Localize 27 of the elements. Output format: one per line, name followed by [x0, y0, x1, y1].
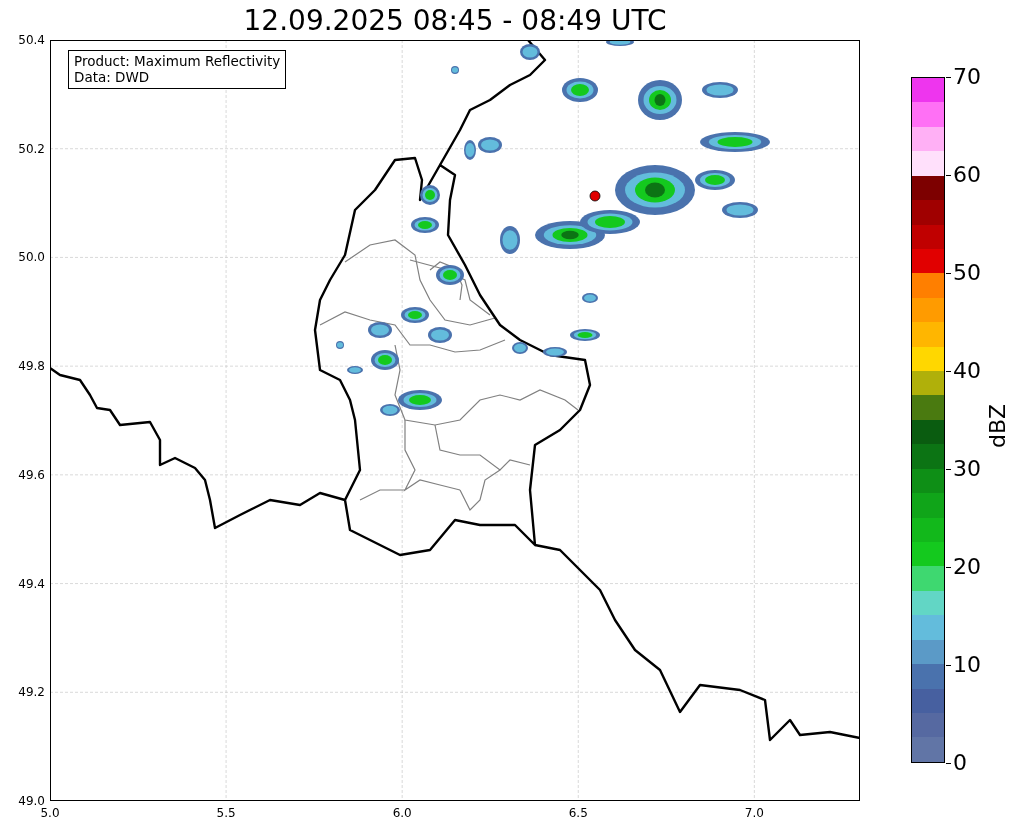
y-tick-label: 50.0 — [18, 250, 45, 265]
colorbar-label: dBZ — [985, 403, 1011, 448]
y-tick-label: 49.2 — [18, 685, 45, 700]
colorbar-tick-label: 60 — [953, 162, 981, 188]
colorbar-tick-label: 0 — [953, 750, 967, 776]
colorbar-tick-label: 30 — [953, 456, 981, 482]
colorbar-tick-label: 50 — [953, 260, 981, 286]
x-tick-label: 5.0 — [40, 806, 60, 820]
y-tick-label: 49.0 — [18, 794, 45, 808]
x-tick-label: 7.0 — [744, 806, 764, 820]
chart-title: 12.09.2025 08:45 - 08:49 UTC — [242, 4, 668, 38]
legend-text: Product: Maximum Reflectivity — [74, 53, 281, 69]
y-tick-label: 50.4 — [18, 33, 45, 47]
colorbar-tick — [946, 762, 951, 764]
colorbar-tick-label: 70 — [953, 64, 981, 90]
colorbar-tick-label: 10 — [953, 652, 981, 678]
y-tick-label: 49.8 — [18, 359, 45, 374]
location-marker — [589, 190, 601, 202]
y-tick-label: 50.2 — [18, 141, 45, 156]
x-tick-label: 5.5 — [216, 806, 236, 820]
y-tick-label: 49.6 — [18, 467, 45, 482]
colorbar-tick-label: 40 — [953, 358, 981, 384]
x-tick-label: 6.5 — [568, 806, 588, 820]
colorbar-tick-label: 20 — [953, 554, 981, 580]
legend-text: Data: DWD — [74, 69, 151, 85]
y-tick-label: 49.4 — [18, 576, 45, 591]
x-tick-label: 6.0 — [392, 806, 412, 820]
